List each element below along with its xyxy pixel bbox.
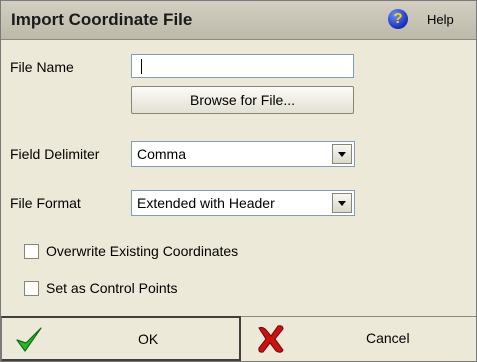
file-format-value: Extended with Header <box>137 195 275 211</box>
browse-for-file-button[interactable]: Browse for File... <box>131 86 354 114</box>
ok-button[interactable]: OK <box>1 316 241 361</box>
overwrite-checkbox[interactable] <box>24 244 39 259</box>
import-coordinate-dialog: Import Coordinate File ? Help File Name … <box>0 0 477 362</box>
text-caret <box>141 59 142 74</box>
field-delimiter-value: Comma <box>137 146 187 162</box>
help-link[interactable]: Help <box>427 12 454 27</box>
cancel-button[interactable]: Cancel <box>241 316 476 361</box>
file-name-label: File Name <box>10 59 74 75</box>
dialog-title: Import Coordinate File <box>11 10 193 29</box>
close-icon <box>258 325 284 353</box>
title-bar: Import Coordinate File ? Help <box>1 1 476 40</box>
ok-label: OK <box>138 331 159 347</box>
checkmark-icon <box>16 327 42 352</box>
chevron-down-icon[interactable] <box>332 193 352 213</box>
field-delimiter-select[interactable]: Comma <box>131 141 355 167</box>
control-points-label[interactable]: Set as Control Points <box>46 280 178 296</box>
question-icon[interactable]: ? <box>388 9 408 29</box>
overwrite-label[interactable]: Overwrite Existing Coordinates <box>46 243 238 259</box>
file-name-input[interactable] <box>131 54 354 78</box>
cancel-label: Cancel <box>366 330 410 346</box>
field-delimiter-label: Field Delimiter <box>10 146 100 162</box>
file-format-label: File Format <box>10 195 81 211</box>
file-format-select[interactable]: Extended with Header <box>131 190 355 216</box>
control-points-checkbox[interactable] <box>24 281 39 296</box>
chevron-down-icon[interactable] <box>332 144 352 164</box>
